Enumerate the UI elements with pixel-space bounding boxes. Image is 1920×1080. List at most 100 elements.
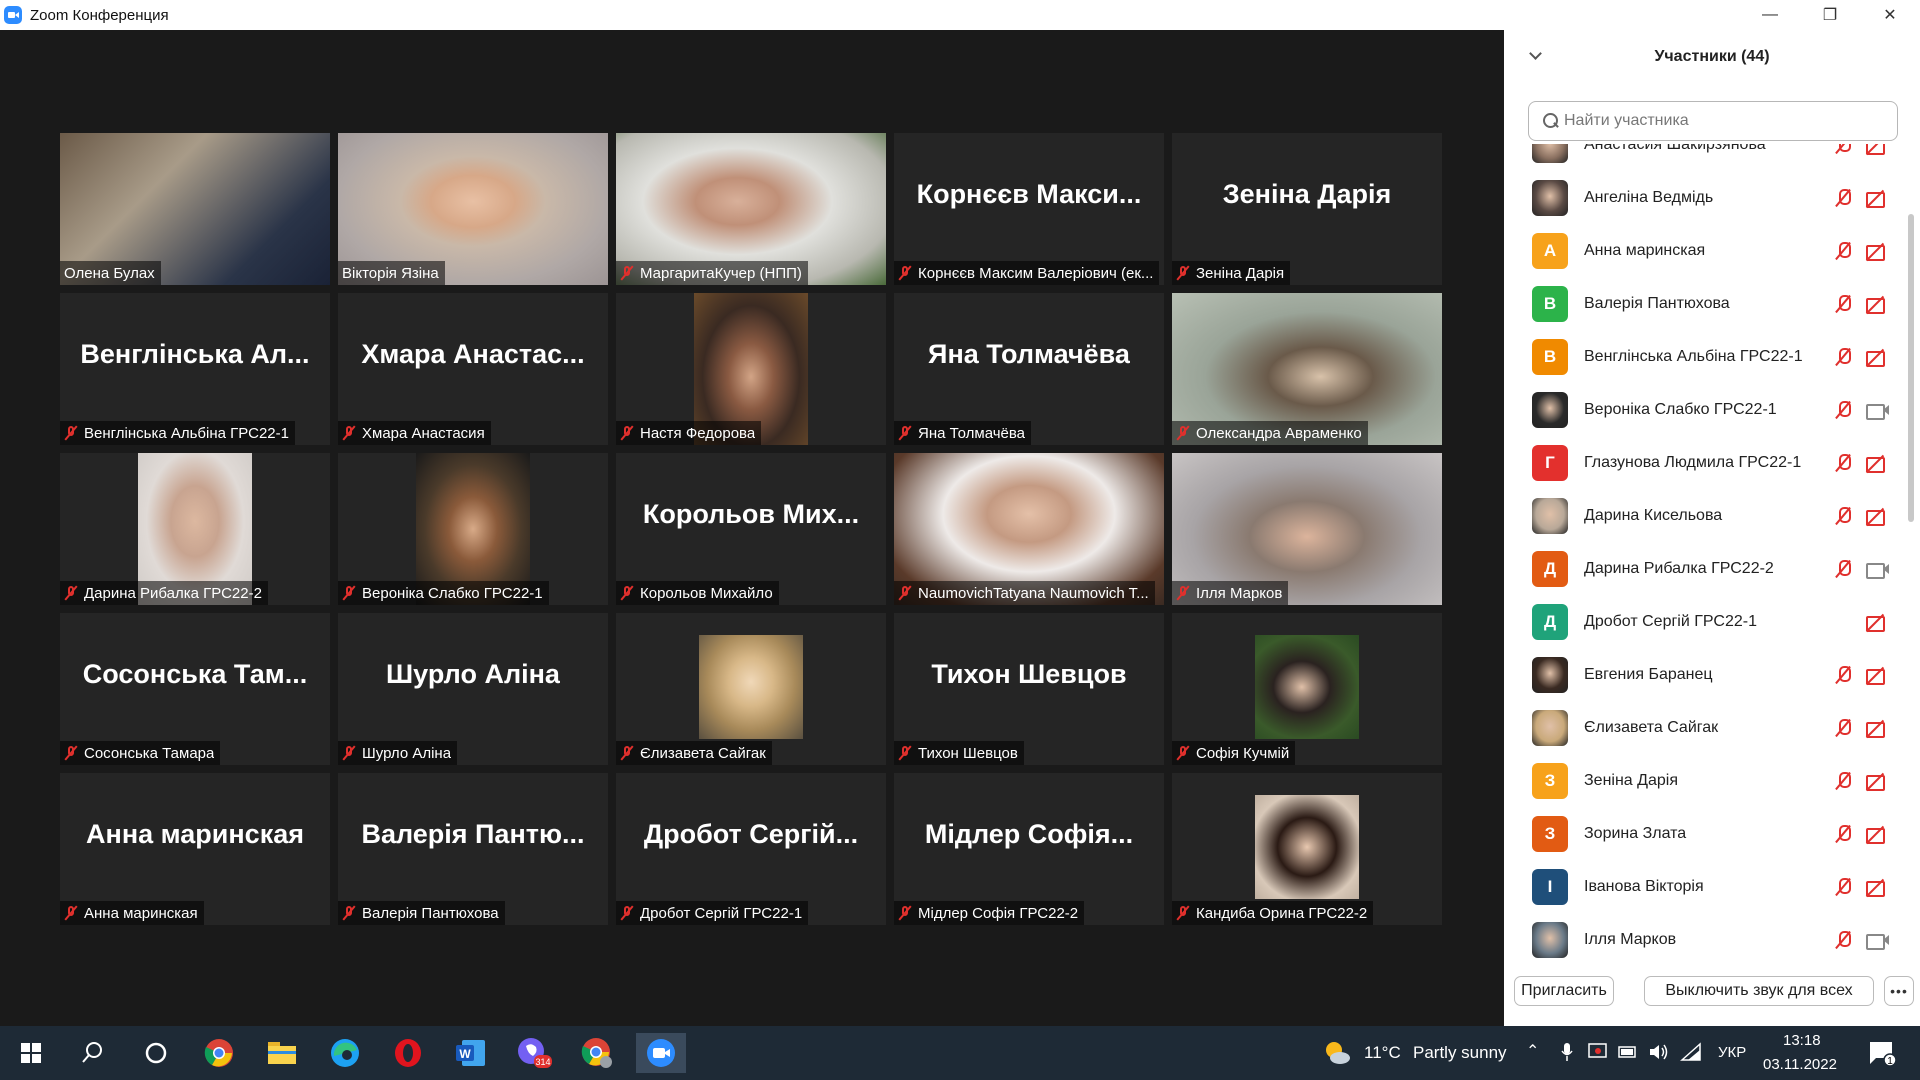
video-tile[interactable]: Вероніка Слабко ГРС22-1 (338, 453, 608, 605)
mute-all-button[interactable]: Выключить звук для всех (1644, 976, 1874, 1006)
more-options-button[interactable]: ••• (1884, 976, 1914, 1006)
participant-row[interactable]: З Зорина Злата (1504, 807, 1902, 860)
camera-off-icon[interactable] (1866, 454, 1890, 473)
camera-icon[interactable] (1866, 560, 1890, 579)
camera-icon[interactable] (1866, 401, 1890, 420)
participant-row[interactable]: Вероніка Слабко ГРС22-1 (1504, 383, 1902, 436)
camera-off-icon[interactable] (1866, 666, 1890, 685)
clock-time[interactable]: 13:18 (1783, 1032, 1821, 1049)
search-taskbar-button[interactable] (71, 1033, 115, 1073)
mic-off-icon[interactable] (1834, 506, 1852, 526)
camera-off-icon[interactable] (1866, 242, 1890, 261)
participant-row[interactable]: Дарина Кисельова (1504, 489, 1902, 542)
mic-off-icon[interactable] (1834, 400, 1852, 420)
participant-row[interactable]: Д Дробот Сергій ГРС22-1 (1504, 595, 1902, 648)
video-tile[interactable]: Кандиба Орина ГРС22-2 (1172, 773, 1442, 925)
participant-row[interactable]: Г Глазунова Людмила ГРС22-1 (1504, 436, 1902, 489)
mic-off-icon[interactable] (1834, 877, 1852, 897)
weather-temp[interactable]: 11°C (1364, 1043, 1401, 1063)
search-input[interactable] (1564, 112, 1884, 130)
video-tile[interactable]: Корнєєв Макси... Корнєєв Максим Валерiови… (894, 133, 1164, 285)
opera-taskbar-button[interactable] (386, 1033, 430, 1073)
word-taskbar-button[interactable]: W (449, 1033, 493, 1073)
video-tile[interactable]: Вікторія Язіна (338, 133, 608, 285)
participant-row[interactable]: Ілля Марков (1504, 913, 1902, 966)
search-box[interactable] (1528, 101, 1898, 141)
video-tile[interactable]: МаргаритаКучер (НПП) (616, 133, 886, 285)
edge-taskbar-button[interactable] (323, 1033, 367, 1073)
video-tile[interactable]: Зеніна Дарія Зеніна Дарія (1172, 133, 1442, 285)
video-tile[interactable]: Венглінська Ал... Венглінська Альбіна ГРС… (60, 293, 330, 445)
video-tile[interactable]: Настя Федорова (616, 293, 886, 445)
participant-row[interactable]: Ангеліна Ведмідь (1504, 171, 1902, 224)
camera-off-icon[interactable] (1866, 613, 1890, 632)
task-view-button[interactable] (134, 1033, 178, 1073)
screen-share-icon[interactable] (1588, 1042, 1608, 1062)
participant-row[interactable]: Д Дарина Рибалка ГРС22-2 (1504, 542, 1902, 595)
zoom-taskbar-button[interactable] (636, 1033, 686, 1073)
mic-off-icon[interactable] (1834, 347, 1852, 367)
scrollbar[interactable] (1908, 214, 1914, 522)
video-tile[interactable]: Валерія Пантю... Валерія Пантюхова (338, 773, 608, 925)
chevron-up-icon[interactable]: ⌃ (1526, 1041, 1539, 1061)
video-tile[interactable]: Шурло Аліна Шурло Аліна (338, 613, 608, 765)
close-button[interactable]: ✕ (1860, 0, 1920, 30)
clock-date[interactable]: 03.11.2022 (1763, 1056, 1837, 1073)
explorer-taskbar-button[interactable] (260, 1033, 304, 1073)
invite-button[interactable]: Пригласить (1514, 976, 1614, 1006)
video-tile[interactable]: Олена Булах (60, 133, 330, 285)
video-tile[interactable]: Дробот Сергій... Дробот Сергій ГРС22-1 (616, 773, 886, 925)
video-tile[interactable]: Ілля Марков (1172, 453, 1442, 605)
participant-row[interactable]: З Зеніна Дарія (1504, 754, 1902, 807)
video-tile[interactable]: Мідлер Софія... Мідлер Софія ГРС22-2 (894, 773, 1164, 925)
viber-taskbar-button[interactable]: 314 (512, 1033, 556, 1073)
mic-off-icon[interactable] (1834, 718, 1852, 738)
participant-row[interactable]: І Іванова Вікторія (1504, 860, 1902, 913)
video-tile[interactable]: Корольов Мих... Корольов Михайло (616, 453, 886, 605)
start-button[interactable] (9, 1033, 53, 1073)
mic-off-icon[interactable] (1834, 241, 1852, 261)
mic-off-icon[interactable] (1834, 771, 1852, 791)
mic-off-icon[interactable] (1834, 559, 1852, 579)
video-tile[interactable]: Яна Толмачёва Яна Толмачёва (894, 293, 1164, 445)
weather-text[interactable]: Partly sunny (1413, 1043, 1507, 1063)
video-tile[interactable]: Єлизавета Сайгак (616, 613, 886, 765)
participant-row[interactable]: Анастасия Шакирзянова (1504, 144, 1902, 171)
participant-row[interactable]: В Валерія Пантюхова (1504, 277, 1902, 330)
video-tile[interactable]: Дарина Рибалка ГРС22-2 (60, 453, 330, 605)
video-tile[interactable]: Сосонська Там... Сосонська Тамара (60, 613, 330, 765)
video-tile[interactable]: NaumovichTatyana Naumovich T... (894, 453, 1164, 605)
wifi-icon[interactable] (1680, 1042, 1702, 1062)
camera-off-icon[interactable] (1866, 348, 1890, 367)
camera-off-icon[interactable] (1866, 825, 1890, 844)
mic-off-icon[interactable] (1834, 665, 1852, 685)
battery-icon[interactable] (1618, 1044, 1638, 1060)
camera-icon[interactable] (1866, 931, 1890, 950)
chrome-profile-taskbar-button[interactable] (575, 1033, 619, 1073)
video-tile[interactable]: Тихон Шевцов Тихон Шевцов (894, 613, 1164, 765)
minimize-button[interactable]: — (1740, 0, 1800, 30)
notifications-icon[interactable]: 1 (1868, 1040, 1896, 1066)
video-tile[interactable]: Анна маринская Анна маринская (60, 773, 330, 925)
video-tile[interactable]: Хмара Анастас... Хмара Анастасия (338, 293, 608, 445)
chrome-taskbar-button[interactable] (197, 1033, 241, 1073)
camera-off-icon[interactable] (1866, 295, 1890, 314)
mic-off-icon[interactable] (1834, 144, 1852, 155)
video-tile[interactable]: Олександра Авраменко (1172, 293, 1442, 445)
mic-off-icon[interactable] (1834, 930, 1852, 950)
participant-row[interactable]: А Анна маринская (1504, 224, 1902, 277)
volume-icon[interactable] (1648, 1042, 1670, 1062)
camera-off-icon[interactable] (1866, 719, 1890, 738)
camera-off-icon[interactable] (1866, 772, 1890, 791)
camera-off-icon[interactable] (1866, 878, 1890, 897)
mic-off-icon[interactable] (1834, 188, 1852, 208)
camera-off-icon[interactable] (1866, 189, 1890, 208)
maximize-button[interactable]: ❐ (1800, 0, 1860, 30)
camera-off-icon[interactable] (1866, 507, 1890, 526)
mic-off-icon[interactable] (1834, 453, 1852, 473)
participant-row[interactable]: Єлизавета Сайгак (1504, 701, 1902, 754)
participant-row[interactable]: В Венглінська Альбіна ГРС22-1 (1504, 330, 1902, 383)
microphone-icon[interactable] (1560, 1042, 1574, 1062)
mic-off-icon[interactable] (1834, 294, 1852, 314)
mic-off-icon[interactable] (1834, 824, 1852, 844)
